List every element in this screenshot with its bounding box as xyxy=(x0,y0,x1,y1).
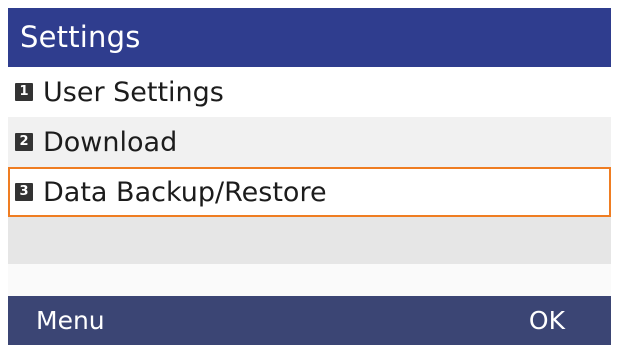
page-title: Settings xyxy=(8,8,611,67)
menu-item-data-backup-restore[interactable]: 3 Data Backup/Restore xyxy=(8,167,611,217)
menu-item-download[interactable]: 2 Download xyxy=(8,117,611,167)
page-title-text: Settings xyxy=(20,20,141,54)
empty-menu-row xyxy=(8,264,611,296)
menu-item-label: Download xyxy=(43,126,178,158)
softkey-bar: Menu OK xyxy=(8,296,611,345)
menu-item-label: Data Backup/Restore xyxy=(43,176,327,208)
menu-item-user-settings[interactable]: 1 User Settings xyxy=(8,67,611,117)
number-3-badge-icon: 3 xyxy=(15,183,33,201)
menu-softkey[interactable]: Menu xyxy=(36,296,105,345)
empty-menu-row xyxy=(8,217,611,264)
number-2-badge-icon: 2 xyxy=(15,133,33,151)
menu-item-label: User Settings xyxy=(43,76,224,108)
number-1-badge-icon: 1 xyxy=(15,83,33,101)
ok-softkey[interactable]: OK xyxy=(529,296,565,345)
phone-display: Settings 1 User Settings 2 Download 3 Da… xyxy=(8,8,611,345)
settings-menu-list: 1 User Settings 2 Download 3 Data Backup… xyxy=(8,67,611,296)
